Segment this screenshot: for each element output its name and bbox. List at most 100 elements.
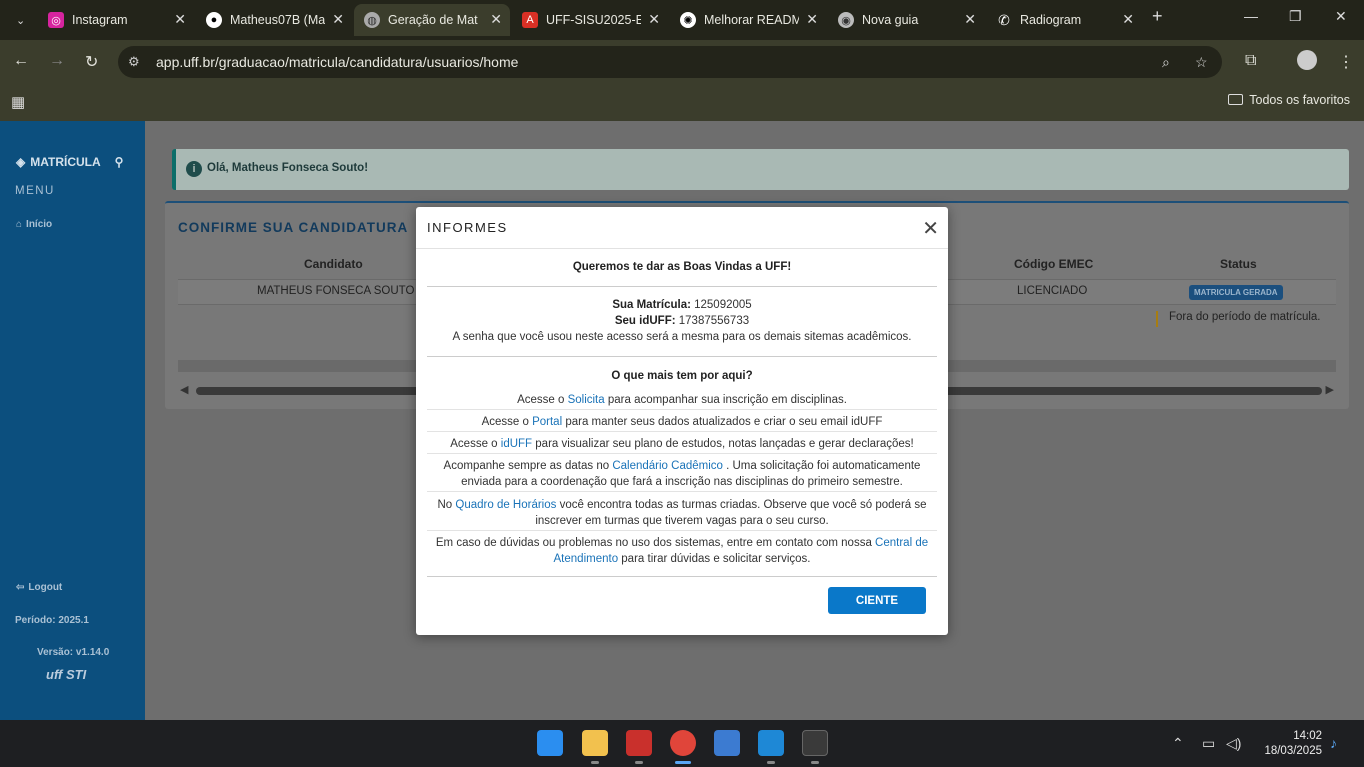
- tab-title: UFF-SISU2025-E: [546, 13, 641, 27]
- iduff-link[interactable]: idUFF: [501, 438, 532, 450]
- close-window-button[interactable]: ✕: [1335, 8, 1347, 25]
- url-text[interactable]: app.uff.br/graduacao/matricula/candidatu…: [156, 54, 518, 70]
- iduff-value: 17387556733: [678, 315, 750, 327]
- pin-icon[interactable]: ⚲: [115, 155, 124, 169]
- tab-pdf[interactable]: A UFF-SISU2025-E ✕: [512, 4, 668, 36]
- close-icon[interactable]: ✕: [964, 11, 976, 28]
- windows-taskbar: ⌃ ▭ ◁) 14:02 18/03/2025 ♪: [0, 720, 1364, 767]
- close-icon[interactable]: ✕: [922, 216, 939, 241]
- calendario-link[interactable]: Calendário Cadêmico: [612, 460, 723, 472]
- network-icon[interactable]: ▭: [1202, 735, 1215, 752]
- back-button[interactable]: ←: [13, 52, 29, 70]
- line-text: Acesse o: [450, 438, 501, 450]
- volume-icon[interactable]: ◁): [1226, 735, 1241, 752]
- notification-bell-icon[interactable]: ♪: [1330, 735, 1337, 751]
- terminal-icon[interactable]: [802, 730, 828, 756]
- divider: [427, 453, 937, 454]
- active-indicator: [675, 761, 691, 764]
- all-bookmarks-label: Todos os favoritos: [1249, 93, 1350, 107]
- modal-header: INFORMES ✕: [416, 207, 948, 249]
- address-bar[interactable]: ⚙ app.uff.br/graduacao/matricula/candida…: [118, 46, 1222, 78]
- tab-strip: ⌄ ◎ Instagram ✕ ● Matheus07B (Ma ✕ ◍ Ger…: [0, 0, 1364, 40]
- welcome-heading: Queremos te dar as Boas Vindas a UFF!: [572, 261, 792, 273]
- quadro-horarios-link[interactable]: Quadro de Horários: [455, 499, 556, 511]
- matricula-value: 125092005: [694, 299, 752, 311]
- acrobat-icon[interactable]: [626, 730, 652, 756]
- cell-emec: LICENCIADO: [1017, 285, 1088, 297]
- column-header-candidato: Candidato: [304, 257, 363, 271]
- file-explorer-icon[interactable]: [582, 730, 608, 756]
- phone-icon: ✆: [998, 11, 1010, 28]
- chevron-up-icon[interactable]: ⌃: [1172, 735, 1184, 752]
- site-settings-icon[interactable]: ⚙: [128, 54, 140, 70]
- tab-chatgpt[interactable]: ✺ Melhorar READM ✕: [670, 4, 826, 36]
- sidebar: ◈ MATRÍCULA ⚲ MENU ⌂ Início ⇦ Logout Período…: [0, 121, 145, 720]
- tab-title: Nova guia: [862, 13, 919, 27]
- welcome-alert: i Olá, Matheus Fonseca Souto!: [172, 149, 1349, 190]
- tab-title: Instagram: [72, 13, 128, 27]
- line-text: para acompanhar sua inscrição em discipl…: [604, 394, 847, 406]
- scroll-left-icon[interactable]: ◀: [180, 383, 188, 396]
- minimize-button[interactable]: —: [1244, 8, 1258, 24]
- tab-nova-guia[interactable]: ◉ Nova guia ✕: [828, 4, 984, 36]
- star-icon[interactable]: ☆: [1195, 54, 1208, 71]
- line-text: para manter seus dados atualizados e cri…: [562, 416, 883, 428]
- line-text: para visualizar seu plano de estudos, no…: [532, 438, 914, 450]
- sidebar-item-logout[interactable]: ⇦ Logout: [16, 582, 62, 593]
- ciente-button[interactable]: CIENTE: [828, 587, 926, 614]
- globe-icon: ◍: [364, 12, 380, 28]
- restore-button[interactable]: ❐: [1289, 8, 1302, 25]
- close-icon[interactable]: ✕: [332, 11, 344, 28]
- close-icon[interactable]: ✕: [1122, 11, 1134, 28]
- extensions-icon[interactable]: ⧉: [1245, 52, 1256, 70]
- close-icon[interactable]: ✕: [490, 11, 502, 28]
- column-header-emec: Código EMEC: [1014, 257, 1094, 271]
- zoom-icon[interactable]: ⌕: [1162, 54, 1170, 71]
- more-heading: O que mais tem por aqui?: [611, 370, 753, 382]
- clock-time: 14:02: [1293, 730, 1322, 742]
- github-icon: ●: [206, 12, 222, 28]
- tab-github[interactable]: ● Matheus07B (Ma ✕: [196, 4, 352, 36]
- microsoft-store-icon[interactable]: [714, 730, 740, 756]
- system-clock[interactable]: 14:02 18/03/2025: [1264, 729, 1322, 759]
- list-item: Acesse o idUFF para visualizar seu plano…: [427, 436, 937, 452]
- line-text: Acesse o: [517, 394, 568, 406]
- all-bookmarks-button[interactable]: Todos os favoritos: [1228, 93, 1350, 107]
- tab-instagram[interactable]: ◎ Instagram ✕: [38, 4, 194, 36]
- period-note: Fora do período de matrícula.: [1156, 311, 1321, 327]
- scroll-right-icon[interactable]: ▶: [1326, 383, 1334, 396]
- reload-button[interactable]: ↻: [85, 52, 98, 72]
- apps-grid-icon[interactable]: ▦: [11, 93, 25, 111]
- new-tab-button[interactable]: +: [1152, 6, 1163, 27]
- column-header-status: Status: [1220, 257, 1257, 271]
- chrome-icon[interactable]: [670, 730, 696, 756]
- layers-icon: ◈: [16, 155, 26, 169]
- versao-text: Versão: v1.14.0: [37, 647, 110, 658]
- browser-chrome: ⌄ ◎ Instagram ✕ ● Matheus07B (Ma ✕ ◍ Ger…: [0, 0, 1364, 121]
- vscode-icon[interactable]: [758, 730, 784, 756]
- portal-link[interactable]: Portal: [532, 416, 562, 428]
- informes-modal: INFORMES ✕ Queremos te dar as Boas Vinda…: [416, 207, 948, 635]
- running-indicator: [635, 761, 643, 764]
- list-item: Acesse o Solicita para acompanhar sua in…: [427, 392, 937, 408]
- instagram-icon: ◎: [48, 12, 64, 28]
- menu-kebab-icon[interactable]: ⋮: [1338, 52, 1354, 72]
- periodo-text: Período: 2025.1: [15, 615, 89, 626]
- tab-search-button[interactable]: ⌄: [6, 4, 32, 36]
- close-icon[interactable]: ✕: [648, 11, 660, 28]
- iduff-label: Seu idUFF:: [614, 315, 676, 327]
- tab-radiogram[interactable]: ✆ Radiogram ✕: [986, 4, 1142, 36]
- profile-avatar[interactable]: [1297, 50, 1317, 70]
- tab-geracao-matricula[interactable]: ◍ Geração de Mat ✕: [354, 4, 510, 36]
- brand-label: MATRÍCULA: [30, 155, 101, 169]
- windows-start-icon[interactable]: [537, 730, 563, 756]
- folder-icon: [1228, 94, 1244, 105]
- close-icon[interactable]: ✕: [806, 11, 818, 28]
- close-icon[interactable]: ✕: [174, 11, 186, 28]
- home-icon: ⌂: [16, 219, 23, 230]
- divider: [427, 491, 937, 492]
- forward-button[interactable]: →: [49, 52, 65, 70]
- solicita-link[interactable]: Solicita: [568, 394, 605, 406]
- line-text: para tirar dúvidas e solicitar serviços.: [618, 553, 811, 565]
- sidebar-item-inicio[interactable]: ⌂ Início: [16, 219, 52, 230]
